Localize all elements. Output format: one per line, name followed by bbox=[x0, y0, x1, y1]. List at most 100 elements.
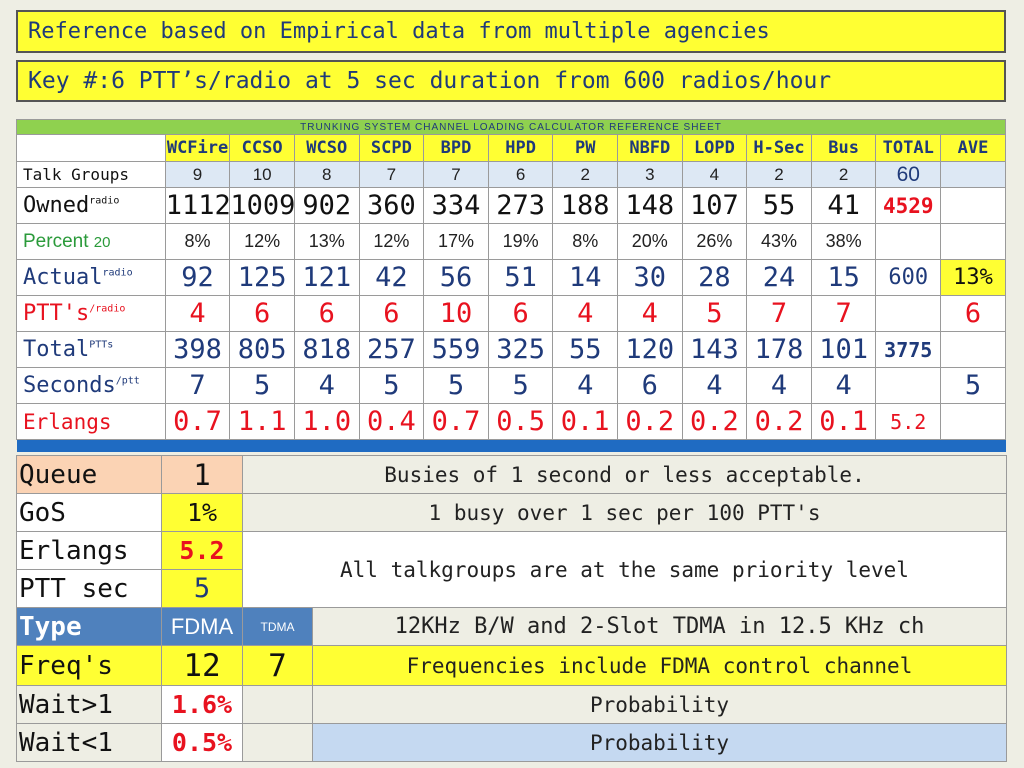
cell-value: 4 bbox=[746, 367, 812, 404]
gos-label: GoS bbox=[16, 493, 162, 532]
agency-header: NBFD bbox=[617, 134, 683, 162]
cell-value: 7 bbox=[423, 161, 489, 188]
agency-header: HPD bbox=[487, 134, 554, 162]
cell-total: 600 bbox=[875, 259, 942, 296]
row-talk-groups: Talk Groups 9 10 8 7 7 6 2 3 4 2 2 60 bbox=[16, 161, 1006, 188]
cell-value: 0.7 bbox=[423, 403, 489, 440]
cell-value: 92 bbox=[164, 259, 231, 296]
cell-value: 0.1 bbox=[810, 403, 877, 440]
cell-value: 121 bbox=[293, 259, 360, 296]
freqs-fdma: 12 bbox=[161, 645, 243, 686]
cell-value: 7 bbox=[746, 295, 812, 332]
wait-lt1-blank bbox=[242, 723, 313, 762]
row-unit: PTTs bbox=[89, 339, 114, 351]
cell-total: 5.2 bbox=[875, 403, 942, 440]
cell-value: 6 bbox=[358, 295, 425, 332]
row-label: PTT's/radio bbox=[16, 295, 166, 332]
cell-value: 13% bbox=[293, 223, 360, 260]
row-erlangs: Erlangs 0.7 1.1 1.0 0.4 0.7 0.5 0.1 0.2 0.2 0.2 0.1… bbox=[16, 403, 1006, 440]
agency-header: TOTAL bbox=[875, 134, 942, 162]
cell-value: 273 bbox=[487, 187, 554, 224]
wait-lt1-value: 0.5% bbox=[161, 723, 243, 762]
cell-ave bbox=[940, 403, 1006, 440]
cell-value: 4 bbox=[552, 367, 618, 404]
cell-value: 1.1 bbox=[229, 403, 295, 440]
cell-total: 3775 bbox=[875, 331, 942, 368]
cell-value: 4 bbox=[681, 161, 748, 188]
cell-value: 26% bbox=[681, 223, 748, 260]
banner-key: Key #:6 PTT’s/radio at 5 sec duration fr… bbox=[16, 60, 1006, 102]
row-unit: radio bbox=[89, 195, 120, 207]
summary-table: Queue 1 Busies of 1 second or less accep… bbox=[16, 455, 1007, 762]
cell-value: 51 bbox=[487, 259, 554, 296]
row-label-text: Total bbox=[23, 337, 90, 362]
agency-header: LOPD bbox=[681, 134, 748, 162]
cell-value: 5 bbox=[487, 367, 554, 404]
cell-value: 4 bbox=[681, 367, 748, 404]
row-owned: Ownedradio 1112 1009 902 360 334 273 188 148 107 5… bbox=[16, 187, 1006, 224]
cell-value: 14 bbox=[552, 259, 618, 296]
cell-value: 10 bbox=[229, 161, 295, 188]
agency-header: Bus bbox=[810, 134, 877, 162]
row-label-text: Actual bbox=[23, 265, 103, 290]
cell-value: 6 bbox=[229, 295, 295, 332]
wait-gt1-label: Wait>1 bbox=[16, 685, 162, 724]
separator-bar bbox=[16, 439, 1006, 452]
banner-reference: Reference based on Empirical data from m… bbox=[16, 10, 1006, 53]
cell-value: 17% bbox=[423, 223, 489, 260]
row-unit: /radio bbox=[89, 303, 126, 315]
cell-value: 178 bbox=[746, 331, 812, 368]
row-ptts: PTT's/radio 4 6 6 6 10 6 4 4 5 7 7 6 bbox=[16, 295, 1006, 332]
cell-value: 6 bbox=[487, 295, 554, 332]
erlangs-label: Erlangs bbox=[16, 531, 162, 570]
cell-value: 7 bbox=[810, 295, 877, 332]
row-total: TotalPTTs 398 805 818 257 559 325 55 120 143 178 10… bbox=[16, 331, 1006, 368]
agency-header: WCSO bbox=[293, 134, 360, 162]
cell-value: 0.4 bbox=[358, 403, 425, 440]
wait-lt1-note: Probability bbox=[312, 723, 1007, 762]
cell-value: 56 bbox=[423, 259, 489, 296]
cell-ave bbox=[940, 223, 1006, 260]
cell-value: 257 bbox=[358, 331, 425, 368]
row-label: Actualradio bbox=[16, 259, 166, 296]
banner-reference-text: Reference based on Empirical data from m… bbox=[28, 19, 770, 44]
agency-header: BPD bbox=[423, 134, 489, 162]
gos-note: 1 busy over 1 sec per 100 PTT's bbox=[242, 493, 1007, 532]
row-unit: 20 bbox=[93, 233, 111, 251]
cell-total bbox=[875, 367, 942, 404]
ptt-sec-label: PTT sec bbox=[16, 569, 162, 608]
agency-header: CCSO bbox=[229, 134, 295, 162]
agency-header: PW bbox=[552, 134, 618, 162]
cell-value: 9 bbox=[164, 161, 231, 188]
type-label: Type bbox=[16, 607, 162, 646]
cell-total: 4529 bbox=[875, 187, 942, 224]
cell-value: 325 bbox=[487, 331, 554, 368]
cell-value: 41 bbox=[810, 187, 877, 224]
cell-ave bbox=[940, 331, 1006, 368]
cell-value: 3 bbox=[617, 161, 683, 188]
freqs-label: Freq's bbox=[16, 645, 162, 686]
cell-value: 38% bbox=[810, 223, 877, 260]
agency-header: AVE bbox=[940, 134, 1006, 162]
row-label: TotalPTTs bbox=[16, 331, 166, 368]
cell-value: 43% bbox=[746, 223, 812, 260]
cell-value: 6 bbox=[293, 295, 360, 332]
row-label-text: Percent bbox=[23, 230, 89, 252]
cell-value: 20% bbox=[617, 223, 683, 260]
row-label-text: Talk Groups bbox=[23, 165, 129, 184]
cell-value: 7 bbox=[164, 367, 231, 404]
cell-value: 107 bbox=[681, 187, 748, 224]
cell-value: 5 bbox=[681, 295, 748, 332]
cell-value: 902 bbox=[293, 187, 360, 224]
cell-value: 4 bbox=[552, 295, 618, 332]
row-percent: Percent 20 8% 12% 13% 12% 17% 19% 8% 20% 26% 43% 38… bbox=[16, 223, 1006, 260]
cell-value: 1.0 bbox=[293, 403, 360, 440]
cell-value: 4 bbox=[810, 367, 877, 404]
row-label: Percent 20 bbox=[16, 223, 166, 260]
wait-gt1-note: Probability bbox=[312, 685, 1007, 724]
queue-label: Queue bbox=[16, 455, 162, 494]
loading-calculator-table: TRUNKING SYSTEM CHANNEL LOADING CALCULAT… bbox=[16, 119, 1006, 452]
type-note: 12KHz B/W and 2-Slot TDMA in 12.5 KHz ch bbox=[312, 607, 1007, 646]
cell-value: 120 bbox=[617, 331, 683, 368]
row-label: Ownedradio bbox=[16, 187, 166, 224]
